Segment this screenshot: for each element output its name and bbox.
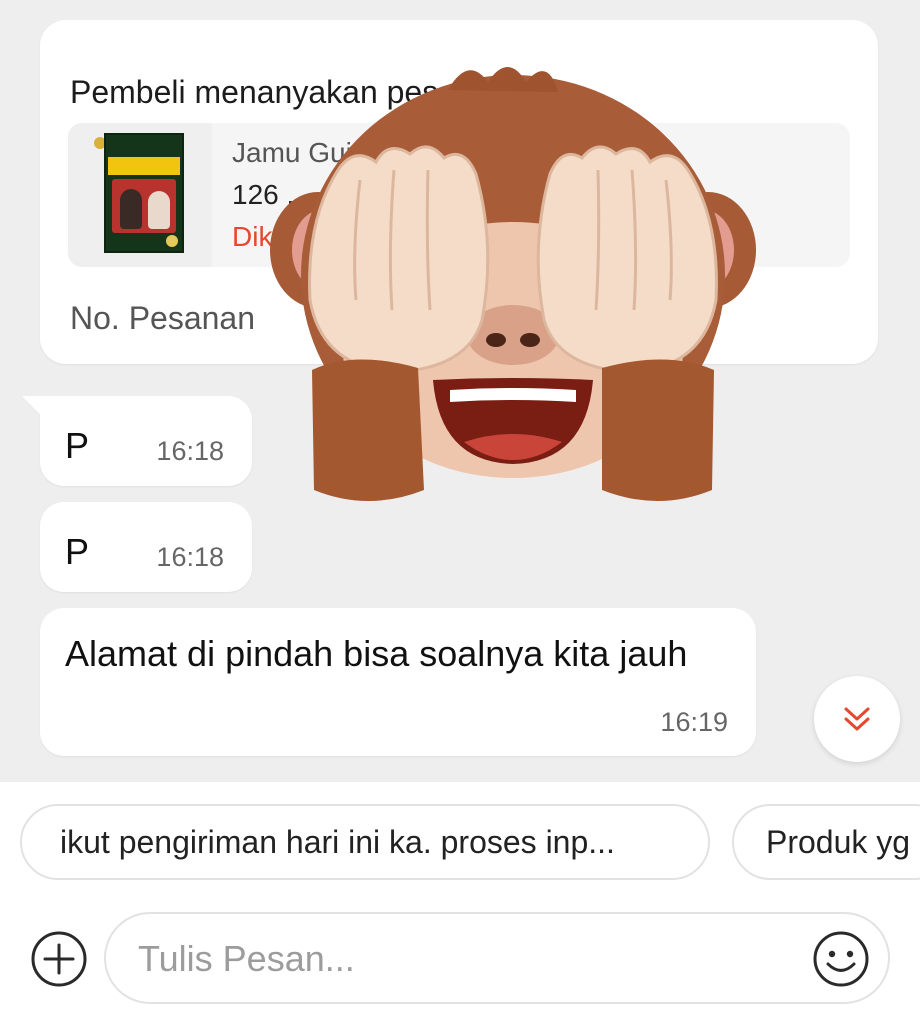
message-text: P <box>65 531 90 572</box>
chevron-double-down-icon <box>844 707 870 731</box>
package-figure-graphic <box>120 189 142 229</box>
package-label-graphic <box>108 157 180 175</box>
chat-message[interactable]: Alamat di pindah bisa soalnya kita jauh … <box>40 608 756 756</box>
see-no-evil-monkey-sticker <box>270 67 756 501</box>
message-text: Alamat di pindah bisa soalnya kita jauh <box>65 633 688 674</box>
chat-message[interactable]: P 16:18 <box>22 396 252 486</box>
plus-circle-icon[interactable] <box>30 930 88 988</box>
message-text: P <box>65 425 90 466</box>
package-badge-icon <box>166 235 178 247</box>
product-thumbnail <box>68 123 212 267</box>
scroll-to-bottom-button[interactable] <box>814 676 900 762</box>
chat-message[interactable]: P 16:18 <box>40 502 252 592</box>
message-input[interactable]: Tulis Pesan... <box>104 912 890 1004</box>
product-package-image <box>104 133 184 253</box>
message-time: 16:18 <box>156 542 224 572</box>
quick-reply-chip[interactable]: ikut pengiriman hari ini ka. proses inp.… <box>20 804 710 880</box>
composer-panel: ikut pengiriman hari ini ka. proses inp.… <box>0 782 920 1024</box>
quick-reply-chip[interactable]: Produk yg <box>732 804 920 880</box>
package-figure-graphic <box>148 191 170 229</box>
message-time: 16:18 <box>156 436 224 466</box>
smiley-icon[interactable] <box>812 930 870 988</box>
message-time: 16:19 <box>660 707 728 737</box>
message-input-placeholder: Tulis Pesan... <box>138 938 355 979</box>
order-number-label: No. Pesanan <box>70 300 256 336</box>
